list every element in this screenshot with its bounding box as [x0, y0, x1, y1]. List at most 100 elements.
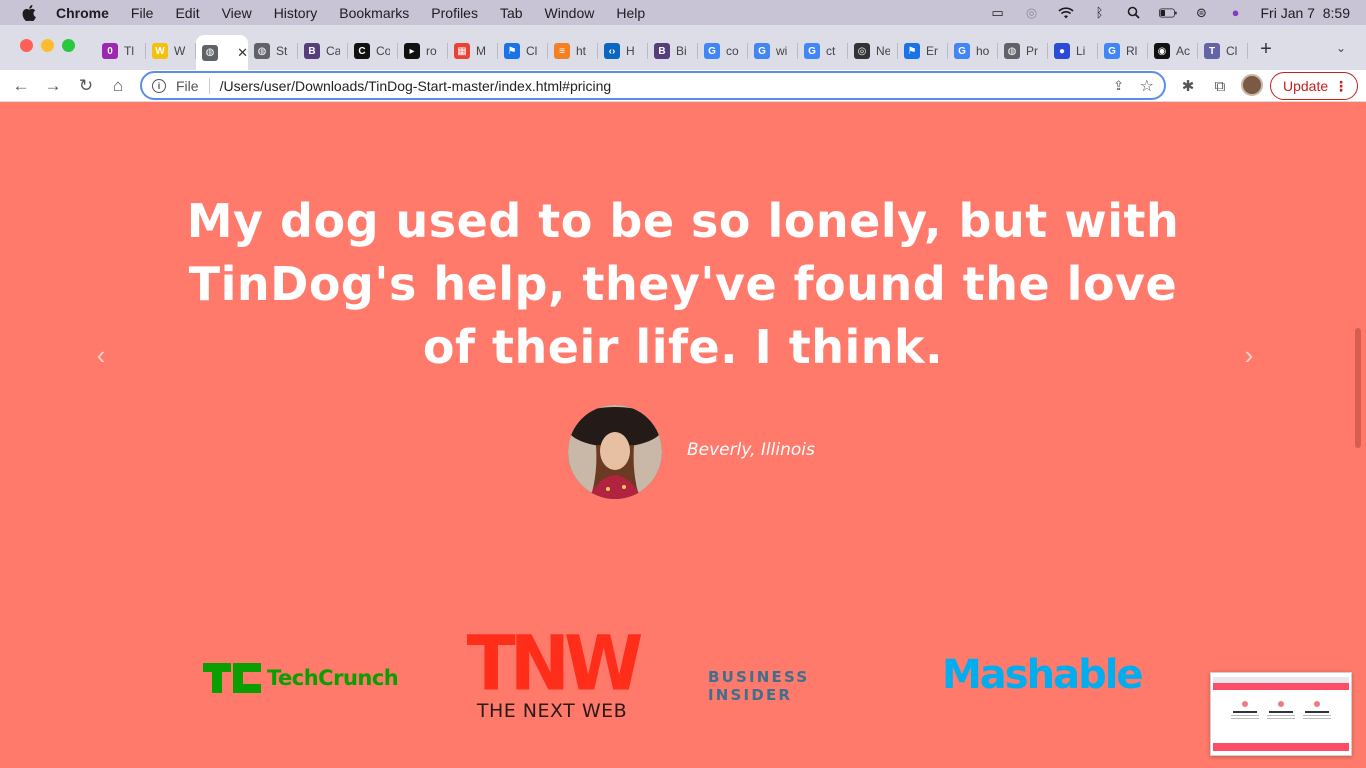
scrollbar-thumb[interactable]	[1355, 328, 1361, 448]
browser-tab[interactable]: ● Li	[1048, 35, 1098, 67]
close-tab-icon[interactable]: ✕	[237, 45, 248, 61]
address-bar[interactable]: i File /Users/user/Downloads/TinDog-Star…	[140, 71, 1166, 100]
browser-tab[interactable]: ◍ St	[248, 35, 298, 67]
tab-favicon-icon: ▸	[404, 43, 420, 59]
tab-favicon-icon: ●	[1054, 43, 1070, 59]
site-info-icon[interactable]: i	[152, 78, 166, 93]
macos-menu-bar: Chrome File Edit View History Bookmarks …	[0, 0, 1366, 25]
tab-favicon-icon: T	[1204, 43, 1220, 59]
reload-icon[interactable]: ↻	[75, 75, 97, 97]
browser-tab[interactable]: ◉ Ac	[1148, 35, 1198, 67]
tab-title: Tl	[124, 44, 134, 58]
tab-list: 0 Tl W W ◍ ✕ ◍ St B Ca C Co ▸ ro ▦ M ⚑ Cl ≡ ht ‹› H B Bi Gco Gwi G…	[96, 33, 1248, 70]
browser-tab[interactable]: ⚑ Er	[898, 35, 948, 67]
tab-title: St	[276, 44, 288, 58]
tab-title: ro	[426, 44, 437, 58]
menu-bookmarks[interactable]: Bookmarks	[339, 5, 409, 21]
tab-favicon-icon: ◍	[202, 44, 218, 61]
browser-tab[interactable]: C Co	[348, 35, 398, 67]
tab-title: Ca	[326, 44, 340, 58]
carousel-next-chevron-icon[interactable]: ›	[1237, 340, 1261, 370]
home-icon[interactable]: ⌂	[107, 75, 129, 97]
browser-tab[interactable]: Gct	[798, 35, 848, 67]
menu-tab[interactable]: Tab	[500, 5, 523, 21]
techcrunch-tc-icon	[203, 663, 261, 693]
menu-history[interactable]: History	[274, 5, 318, 21]
search-icon[interactable]	[1125, 6, 1143, 20]
tab-favicon-icon: ⚑	[904, 43, 920, 59]
browser-tab[interactable]: ⚑ Cl	[498, 35, 548, 67]
close-window-button[interactable]	[20, 39, 33, 52]
profile-avatar[interactable]	[1241, 74, 1263, 96]
airdrop-icon[interactable]: ◎	[1023, 5, 1041, 20]
tab-favicon-icon: 0	[102, 43, 118, 59]
battery-icon[interactable]	[1158, 6, 1177, 20]
tnw-logo-mark: TNW	[466, 618, 644, 708]
zoom-window-button[interactable]	[62, 39, 75, 52]
menubar-datetime[interactable]: Fri Jan 7 8:59	[1261, 5, 1351, 21]
tab-title: Cl	[1226, 44, 1238, 58]
menu-app-name[interactable]: Chrome	[56, 5, 109, 21]
control-center-icon[interactable]: ⊜	[1193, 5, 1211, 20]
siri-icon[interactable]: ●	[1227, 5, 1245, 20]
tab-favicon-icon: ‹›	[604, 43, 620, 59]
browser-tab[interactable]: WW	[146, 35, 196, 67]
browser-tab[interactable]: 0 Tl	[96, 35, 146, 67]
browser-tab[interactable]: Gwi	[748, 35, 798, 67]
browser-tab-active[interactable]: ◍ ✕	[196, 35, 248, 70]
new-tab-button[interactable]: +	[1256, 38, 1276, 61]
page-thumbnail-preview[interactable]	[1210, 672, 1352, 756]
menu-profiles[interactable]: Profiles	[431, 5, 478, 21]
tab-title: Cl	[526, 44, 538, 58]
browser-tab[interactable]: ▸ ro	[398, 35, 448, 67]
menu-edit[interactable]: Edit	[175, 5, 199, 21]
address-url[interactable]: /Users/user/Downloads/TinDog-Start-maste…	[220, 78, 612, 94]
browser-tab[interactable]: ‹› H	[598, 35, 648, 67]
more-menu-icon[interactable]: ⋮	[1334, 78, 1348, 95]
techcrunch-wordmark: TechCrunch	[267, 666, 399, 690]
tab-title: Li	[1076, 44, 1086, 58]
browser-tab[interactable]: ◎ Ne	[848, 35, 898, 67]
tab-favicon-icon: G	[1104, 43, 1120, 59]
menu-view[interactable]: View	[222, 5, 252, 21]
menu-file[interactable]: File	[131, 5, 154, 21]
testimonial-profile-image	[568, 405, 662, 499]
browser-tab[interactable]: B Bi	[648, 35, 698, 67]
browser-tab[interactable]: Gho	[948, 35, 998, 67]
tab-search-chevron-icon[interactable]: ⌄	[1336, 41, 1346, 55]
screen-icon[interactable]: ▭	[989, 5, 1007, 20]
puzzle-extensions-icon[interactable]: ⧉	[1209, 75, 1231, 97]
share-icon[interactable]: ⇪	[1113, 78, 1124, 94]
tab-favicon-icon: G	[704, 43, 720, 59]
browser-tab[interactable]: B Ca	[298, 35, 348, 67]
browser-tab[interactable]: T Cl	[1198, 35, 1248, 67]
menu-help[interactable]: Help	[616, 5, 645, 21]
update-button[interactable]: Update ⋮	[1270, 72, 1358, 100]
bug-extension-icon[interactable]: ✱	[1177, 75, 1199, 97]
tab-title: ht	[576, 44, 587, 58]
apple-logo-icon[interactable]	[18, 0, 40, 25]
browser-tab[interactable]: ▦ M	[448, 35, 498, 67]
wifi-icon[interactable]	[1057, 6, 1075, 20]
bookmark-star-icon[interactable]: ☆	[1140, 76, 1154, 96]
tab-title: Ne	[876, 44, 890, 58]
minimize-window-button[interactable]	[41, 39, 54, 52]
menu-window[interactable]: Window	[545, 5, 595, 21]
carousel-prev-chevron-icon[interactable]: ‹	[89, 340, 113, 370]
tab-favicon-icon: ⚑	[504, 43, 520, 59]
tab-title: Ac	[1176, 44, 1190, 58]
browser-tab[interactable]: G Rl	[1098, 35, 1148, 67]
tab-title: wi	[776, 44, 788, 58]
browser-tab[interactable]: ≡ ht	[548, 35, 598, 67]
back-arrow-icon[interactable]: ←	[10, 75, 32, 97]
tab-favicon-icon: C	[354, 43, 370, 59]
browser-tab[interactable]: ◍ Pr	[998, 35, 1048, 67]
tab-favicon-icon: B	[654, 43, 670, 59]
tab-title: W	[174, 44, 186, 58]
address-divider	[208, 77, 210, 94]
tnw-logo: TNW THE NEXT WEB	[451, 618, 653, 722]
browser-tab[interactable]: Gco	[698, 35, 748, 67]
page-scrollbar[interactable]	[1352, 102, 1364, 768]
bluetooth-icon[interactable]: ᛒ	[1091, 5, 1109, 20]
forward-arrow-icon[interactable]: →	[42, 75, 64, 97]
